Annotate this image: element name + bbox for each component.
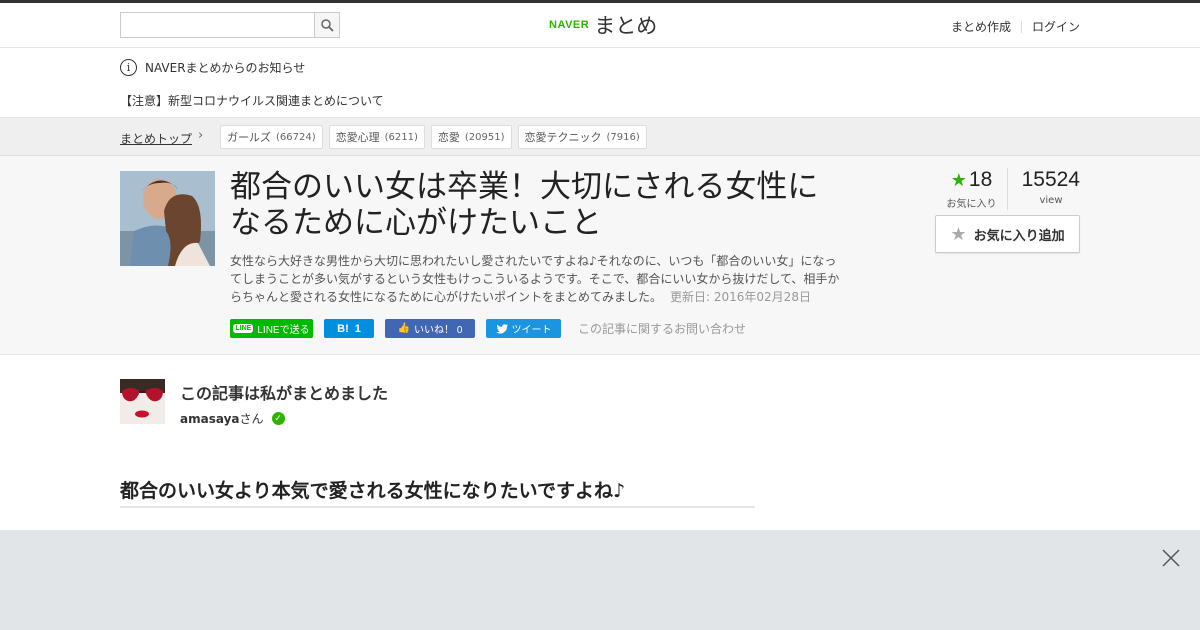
tag-label: 恋愛心理	[335, 131, 380, 144]
favorites-count: 18	[968, 168, 993, 191]
views-stat: 15524 view	[1008, 168, 1080, 210]
tweet-button[interactable]: ツイート	[486, 319, 561, 338]
add-favorite-label: お気に入り追加	[973, 228, 1065, 244]
views-label: view	[1039, 195, 1063, 206]
breadcrumb: まとめトップ › ガールズ (66724) 恋愛心理 (6211) 恋愛 (20951…	[0, 118, 1200, 156]
verified-check-icon: ✓	[271, 412, 285, 425]
article-stats: ★18 お気に入り 15524 view	[936, 168, 1080, 210]
article-updated-date: 更新日: 2016年02月28日	[670, 290, 811, 304]
logo-brand: NAVER	[549, 19, 590, 31]
tag-count: (20951)	[464, 131, 505, 143]
section-heading: 都合のいい女より本気で愛される女性になりたいですよね♪	[120, 476, 755, 508]
close-icon[interactable]	[1162, 549, 1180, 567]
hatena-count: 1	[354, 322, 361, 335]
hatena-bookmark-button[interactable]: B! 1	[324, 319, 374, 338]
notice-heading: i NAVERまとめからのお知らせ	[120, 59, 305, 76]
line-share-label: LINEで送る	[257, 325, 310, 336]
notice-area: i NAVERまとめからのお知らせ 【注意】新型コロナウイルス関連まとめについて	[0, 48, 1200, 118]
info-icon: i	[120, 59, 137, 76]
notice-heading-text: NAVERまとめからのお知らせ	[145, 61, 306, 75]
contact-link[interactable]: この記事に関するお問い合わせ	[578, 320, 746, 337]
tag-love-technique[interactable]: 恋愛テクニック (7916)	[517, 125, 647, 149]
facebook-like-button[interactable]: 👍 いいね！ 0	[385, 319, 475, 338]
star-outline-icon: ★	[950, 223, 967, 245]
tag-label: 恋愛テクニック	[524, 131, 602, 144]
search-icon	[321, 19, 334, 32]
site-header: NAVER まとめ まとめ作成 ログイン	[0, 3, 1200, 48]
tag-love[interactable]: 恋愛 (20951)	[430, 125, 512, 149]
tag-label: ガールズ	[227, 131, 271, 144]
login-link[interactable]: ログイン	[1032, 18, 1080, 35]
header-links: まとめ作成 ログイン	[951, 18, 1080, 35]
author-name: amasaya さん ✓	[180, 410, 285, 427]
author-suffix: さん	[239, 412, 264, 426]
author-block: この記事は私がまとめました amasaya さん ✓	[120, 379, 620, 429]
bottom-overlay-banner	[0, 530, 1200, 630]
article-thumbnail	[120, 171, 215, 266]
article-header: 都合のいい女は卒業！大切にされる女性になるために心がけたいこと 女性なら大好きな…	[0, 156, 1200, 355]
author-username[interactable]: amasaya	[180, 412, 240, 426]
line-icon: LINE	[233, 324, 254, 333]
author-heading: この記事は私がまとめました	[180, 384, 389, 403]
search-box	[120, 12, 340, 38]
tag-count: (66724)	[276, 131, 316, 143]
views-count: 15524	[1021, 168, 1080, 191]
tag-list: ガールズ (66724) 恋愛心理 (6211) 恋愛 (20951) 恋愛テクニック…	[220, 125, 653, 149]
facebook-like-label: いいね！ 0	[414, 325, 463, 336]
tag-love-psychology[interactable]: 恋愛心理 (6211)	[328, 125, 425, 149]
logo-title: まとめ	[594, 14, 658, 38]
search-input[interactable]	[121, 13, 315, 37]
create-matome-link[interactable]: まとめ作成	[951, 18, 1011, 35]
tag-count: (7916)	[606, 131, 640, 143]
site-logo[interactable]: NAVER まとめ	[549, 10, 657, 40]
hatena-icon: B!	[337, 322, 349, 335]
thumbs-up-icon: 👍	[397, 323, 411, 334]
tag-label: 恋愛	[437, 131, 460, 144]
twitter-bird-icon	[495, 323, 508, 334]
article-description: 女性なら大好きな男性から大切に思われたいし愛されたいですよね♪それなのに、いつも…	[230, 252, 845, 306]
add-favorite-button[interactable]: ★ お気に入り追加	[935, 215, 1080, 253]
star-icon: ★	[950, 170, 967, 190]
tag-count: (6211)	[384, 131, 418, 143]
tag-girls[interactable]: ガールズ (66724)	[220, 125, 323, 149]
share-bar: LINE LINEで送る B! 1 👍 いいね！ 0 ツイート この記事に関するお問い…	[230, 319, 746, 338]
header-link-divider	[1020, 20, 1022, 33]
article-title: 都合のいい女は卒業！大切にされる女性になるために心がけたいこと	[230, 169, 819, 241]
favorites-label: お気に入り	[946, 199, 997, 210]
tweet-label: ツイート	[511, 325, 552, 336]
line-share-button[interactable]: LINE LINEで送る	[230, 319, 313, 338]
notice-link[interactable]: 【注意】新型コロナウイルス関連まとめについて	[120, 92, 384, 109]
chevron-right-icon: ›	[198, 128, 204, 143]
favorites-stat: ★18 お気に入り	[936, 168, 1008, 210]
search-button[interactable]	[314, 13, 339, 37]
breadcrumb-top-link[interactable]: まとめトップ	[120, 130, 192, 147]
author-avatar[interactable]	[120, 379, 165, 424]
